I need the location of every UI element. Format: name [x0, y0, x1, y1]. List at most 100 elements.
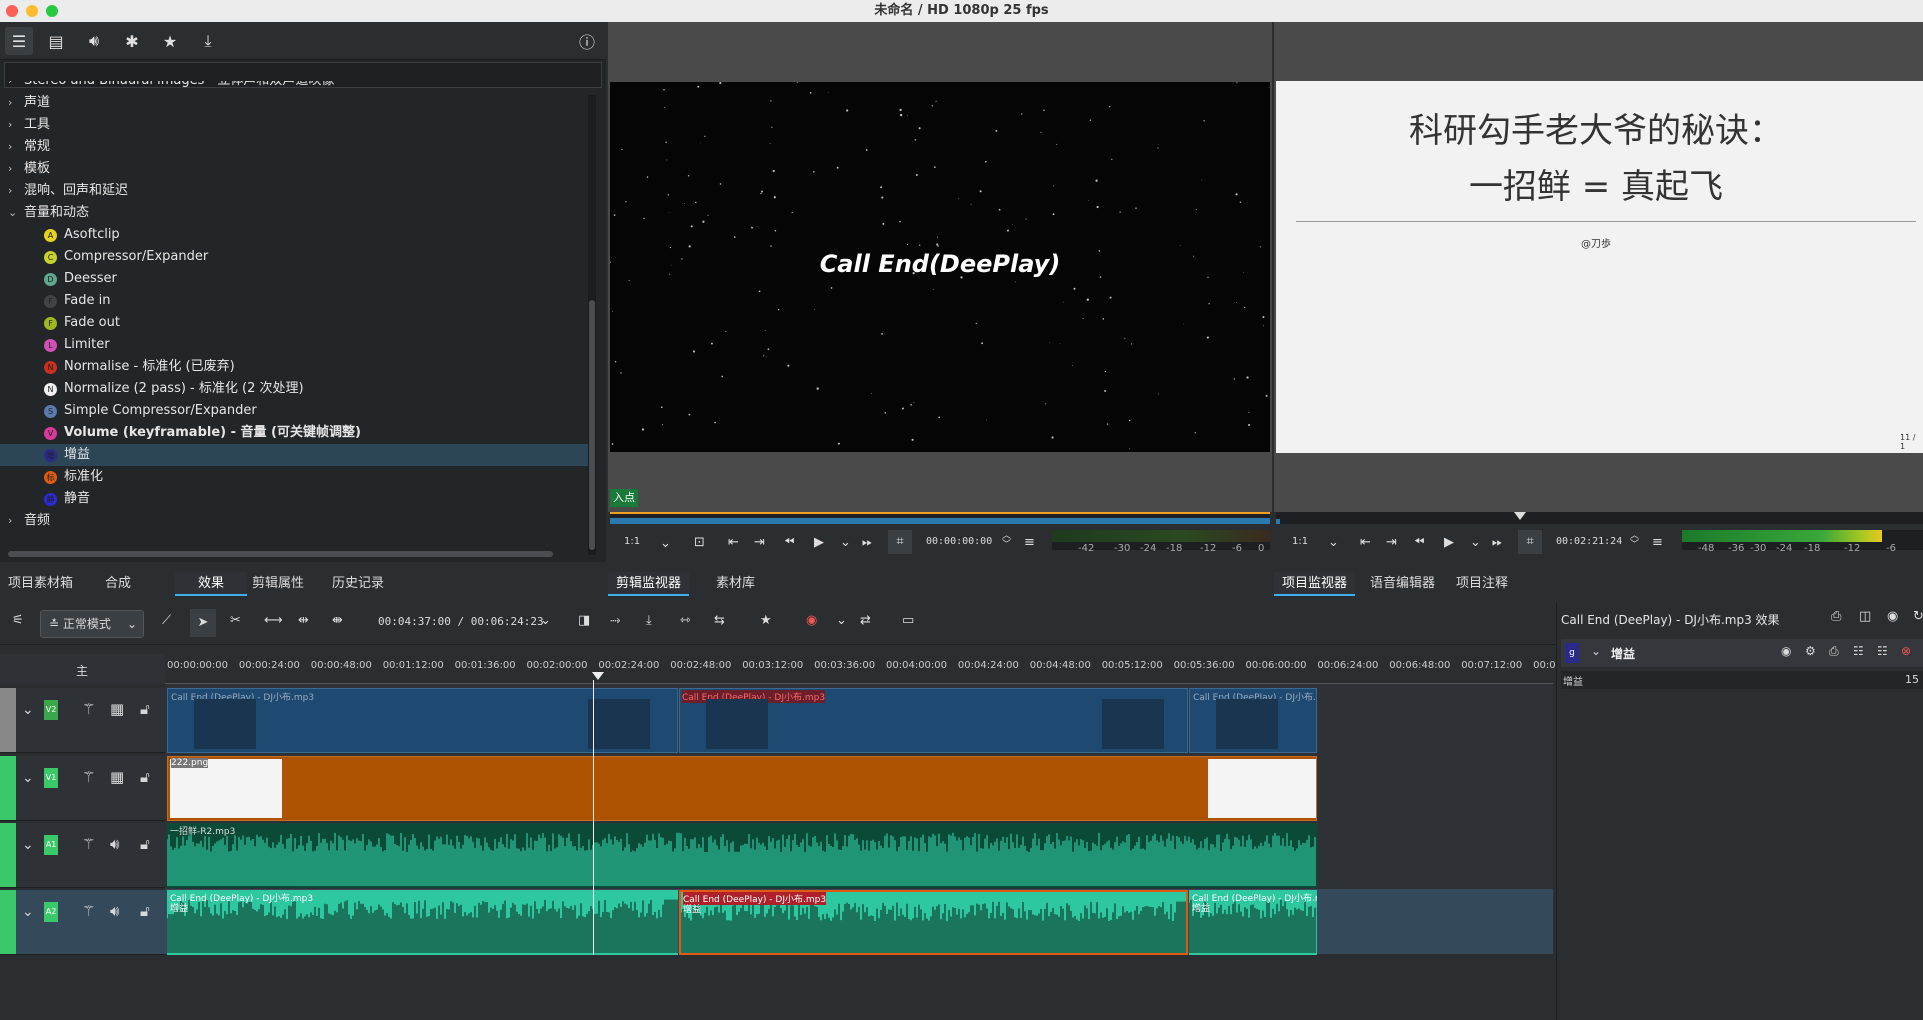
extract-icon[interactable]: ⇿	[680, 613, 691, 628]
delete-icon[interactable]: ⊗	[1901, 644, 1911, 658]
clip-v1-image[interactable]: 222.png	[167, 756, 1317, 821]
set-in-icon[interactable]: ⇤	[1360, 535, 1371, 550]
select-tool-icon[interactable]: ➤	[190, 609, 216, 637]
chevron-down-icon[interactable]: ⌄	[22, 770, 34, 786]
roll-tool-icon[interactable]: ⇼	[332, 613, 343, 628]
tab-compositions[interactable]: 合成	[97, 572, 139, 596]
chevron-right-icon[interactable]: ›	[8, 510, 12, 532]
mixer-icon[interactable]: ⇄	[860, 613, 871, 628]
tab-project-bin[interactable]: 项目素材箱	[0, 572, 81, 596]
rewind-icon[interactable]: ⏪︎	[784, 535, 794, 550]
clip-v2-2[interactable]: Call End (DeePlay) - DJ小布.mp3	[679, 688, 1188, 753]
effect-item[interactable]: F Fade in	[0, 290, 590, 312]
effect-category[interactable]: › 声道	[0, 92, 590, 114]
track-header-v1[interactable]: ⌄ V1 ⚚ ▦ 🔓︎	[0, 756, 165, 821]
param-value[interactable]: 15	[1905, 673, 1919, 686]
effect-item[interactable]: A Asoftclip	[0, 224, 590, 246]
effect-item[interactable]: 静静音	[0, 488, 590, 510]
chevron-down-icon[interactable]: ⌄	[1328, 535, 1339, 550]
favorite-star-icon[interactable]: ★	[760, 613, 772, 628]
crop-icon[interactable]: ⌗	[888, 530, 912, 554]
spacer-tool-icon[interactable]: ⟋	[162, 613, 171, 628]
custom-effects-icon[interactable]: ✱	[118, 27, 146, 55]
chevron-down-icon[interactable]: ⌄	[1591, 644, 1601, 658]
effect-category[interactable]: › Stereo and Binaural images - 立体声和双声道映像	[0, 81, 590, 92]
effect-wand-icon[interactable]: ⚚	[82, 835, 95, 853]
effect-category[interactable]: › 工具	[0, 114, 590, 136]
chevron-down-icon[interactable]: ⌄	[540, 613, 551, 628]
collapse-icon[interactable]: ☷	[1877, 644, 1888, 658]
project-timecode[interactable]: 00:02:21:24	[1556, 536, 1622, 547]
lock-icon[interactable]: 🔓︎	[140, 835, 150, 853]
maximize-window-button[interactable]	[46, 5, 58, 17]
track-header-a2[interactable]: ⌄ A2 ⚚ 🔊︎ 🔓︎	[0, 890, 165, 955]
chevron-down-icon[interactable]: ⌄	[22, 904, 34, 920]
clip-a2-2-selected[interactable]: Call End (DeePlay) - DJ小布.mp3 增益	[679, 890, 1188, 955]
clip-timecode[interactable]: 00:00:00:00	[926, 536, 992, 547]
effect-category[interactable]: ⌄ 音量和动态	[0, 202, 590, 224]
ripple-tool-icon[interactable]: ⇹	[298, 613, 309, 628]
eye-icon[interactable]: ◉	[1887, 609, 1898, 624]
clip-a1-audio[interactable]: 一招鲜-R2.mp3	[167, 823, 1317, 888]
track-header-a1[interactable]: ⌄ A1 ⚚ 🔊︎ 🔓︎	[0, 823, 165, 888]
effect-item[interactable]: S Simple Compressor/Expander	[0, 400, 590, 422]
tab-clip-properties[interactable]: 剪辑属性	[244, 572, 312, 596]
clip-zoom[interactable]: 1:1	[624, 536, 640, 547]
effect-item[interactable]: D Deesser	[0, 268, 590, 290]
effect-item[interactable]: 增增益	[0, 444, 590, 466]
track-name[interactable]: V1	[44, 768, 58, 788]
clip-a2-1[interactable]: Call End (DeePlay) - DJ小布.mp3 增益	[167, 890, 678, 955]
video-toggle-icon[interactable]: ▦	[110, 700, 124, 718]
video-effects-icon[interactable]: ▤	[42, 27, 70, 55]
gain-param-row[interactable]: 增益 15	[1561, 671, 1923, 689]
insert-icon[interactable]: ⤑	[610, 613, 620, 628]
mute-icon[interactable]: 🔊︎	[110, 835, 119, 853]
track-name[interactable]: V2	[44, 700, 58, 720]
effect-item-gain[interactable]: g ⌄ 增益 ◉ ⚙ ⎙ ☷ ☷ ⊗	[1561, 639, 1923, 667]
play-icon[interactable]: ▶	[814, 535, 824, 550]
effect-wand-icon[interactable]: ⚚	[82, 768, 95, 786]
effect-item[interactable]: N Normalise - 标准化 (已废弃)	[0, 356, 590, 378]
subtitle-icon[interactable]: ▭	[902, 613, 914, 628]
lift-icon[interactable]: ⇆	[714, 613, 725, 628]
effects-scrollbar-thumb[interactable]	[589, 300, 595, 550]
mute-icon[interactable]: 🔊︎	[110, 902, 119, 920]
composite-icon[interactable]: ◨	[578, 613, 590, 628]
chevron-right-icon[interactable]: ›	[8, 158, 12, 180]
save-effect-icon[interactable]: ⎙	[1829, 644, 1839, 659]
download-icon[interactable]: ⤓	[194, 27, 222, 55]
clip-a2-3[interactable]: Call End (DeePlay) - DJ小布.mp3 增益	[1189, 890, 1317, 955]
keyframe-icon[interactable]: ⚙	[1805, 644, 1816, 658]
chevron-down-icon[interactable]: ⌄	[22, 837, 34, 853]
effect-item[interactable]: F Fade out	[0, 312, 590, 334]
close-window-button[interactable]	[6, 5, 18, 17]
record-icon[interactable]: ◉	[806, 613, 817, 628]
clip-v2-3[interactable]: Call End (DeePlay) - DJ小布.mp3	[1189, 688, 1317, 753]
effect-category[interactable]: › 混响、回声和延迟	[0, 180, 590, 202]
slip-tool-icon[interactable]: ⟷	[264, 613, 283, 628]
fast-forward-icon[interactable]: ⏩︎	[1492, 535, 1502, 550]
playhead-marker[interactable]	[1514, 512, 1526, 520]
timecode-spinner[interactable]: ︿ ﹀	[1002, 532, 1011, 550]
effects-horizontal-scrollbar[interactable]	[8, 551, 553, 557]
tab-speech-editor[interactable]: 语音编辑器	[1362, 572, 1443, 596]
effect-item[interactable]: V Volume (keyframable) - 音量 (可关键帧调整)	[0, 422, 590, 444]
chevron-right-icon[interactable]: ›	[8, 92, 12, 114]
tab-project-notes[interactable]: 项目注释	[1448, 572, 1516, 596]
effect-wand-icon[interactable]: ⚚	[82, 902, 95, 920]
chevron-right-icon[interactable]: ›	[8, 114, 12, 136]
set-in-icon[interactable]: ⇤	[728, 535, 739, 550]
timecode-spinner[interactable]: ︿ ﹀	[1630, 532, 1639, 550]
minimize-window-button[interactable]	[26, 5, 38, 17]
chevron-down-icon[interactable]: ⌄	[8, 202, 17, 224]
tab-library[interactable]: 素材库	[708, 572, 763, 596]
chevron-right-icon[interactable]: ›	[8, 180, 12, 202]
effect-category[interactable]: › 常规	[0, 136, 590, 158]
effect-item[interactable]: C Compressor/Expander	[0, 246, 590, 268]
timeline-settings-icon[interactable]: ⚟	[12, 613, 24, 628]
fit-zoom-icon[interactable]: ⊡	[694, 535, 705, 550]
chevron-down-icon[interactable]: ⌄	[1470, 535, 1481, 550]
chevron-down-icon[interactable]: ⌄	[840, 535, 851, 550]
effect-handle-icon[interactable]: g	[1565, 643, 1579, 663]
lock-icon[interactable]: 🔓︎	[140, 700, 150, 718]
